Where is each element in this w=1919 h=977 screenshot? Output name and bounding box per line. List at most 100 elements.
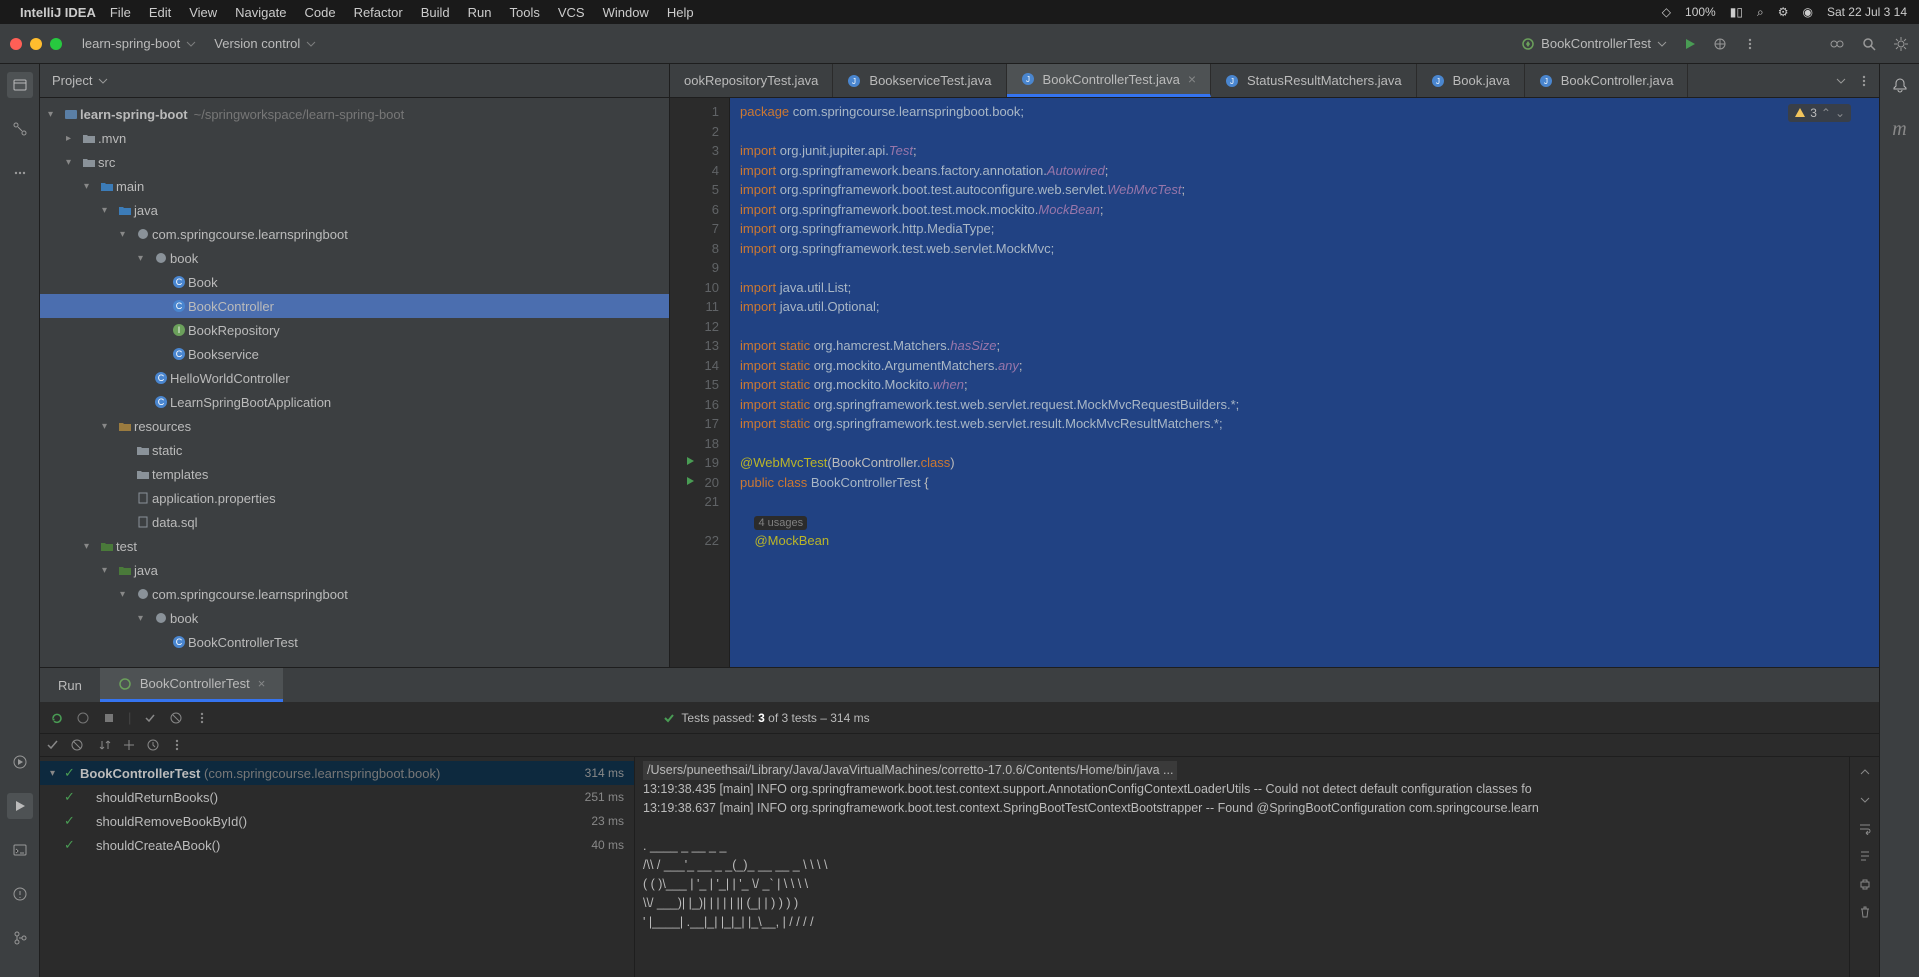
code-editor[interactable]: 12345678910111213141516171819202122 pack… (670, 98, 1879, 667)
tree-row[interactable]: CHelloWorldController (40, 366, 669, 390)
tree-row[interactable]: CBookservice (40, 342, 669, 366)
run-config-selector[interactable]: BookControllerTest (1521, 36, 1667, 51)
tree-row[interactable]: CLearnSpringBootApplication (40, 390, 669, 414)
more-run-options[interactable] (195, 711, 209, 725)
test-row[interactable]: ✓shouldReturnBooks()251 ms (40, 785, 634, 809)
tree-row[interactable]: ▾com.springcourse.learnspringboot (40, 222, 669, 246)
editor-gutter[interactable]: 12345678910111213141516171819202122 (670, 98, 730, 667)
tree-row[interactable]: templates (40, 462, 669, 486)
services-tool-button[interactable] (7, 749, 33, 775)
tree-row[interactable]: ▾test (40, 534, 669, 558)
tree-row[interactable]: CBook (40, 270, 669, 294)
tree-row[interactable]: CBookController (40, 294, 669, 318)
maven-button[interactable]: m (1887, 116, 1913, 142)
soft-wrap-icon[interactable] (1858, 821, 1872, 835)
test-row[interactable]: ✓shouldRemoveBookById()23 ms (40, 809, 634, 833)
macos-menu-item[interactable]: Build (421, 5, 450, 20)
project-tree[interactable]: ▾learn-spring-boot~/springworkspace/lear… (40, 98, 669, 667)
datetime[interactable]: Sat 22 Jul 3 14 (1827, 5, 1907, 19)
scroll-to-end-icon[interactable] (1858, 849, 1872, 863)
run-tab-label[interactable]: Run (40, 668, 100, 702)
project-tool-button[interactable] (7, 72, 33, 98)
run-button[interactable] (1683, 37, 1697, 51)
debug-button[interactable] (1713, 37, 1727, 51)
terminal-tool-button[interactable] (7, 837, 33, 863)
console-output[interactable]: /Users/puneethsai/Library/Java/JavaVirtu… (635, 757, 1849, 977)
print-icon[interactable] (1858, 877, 1872, 891)
close-icon[interactable]: × (258, 676, 266, 691)
tree-row[interactable]: application.properties (40, 486, 669, 510)
tree-row[interactable]: IBookRepository (40, 318, 669, 342)
vcs-crumb[interactable]: Version control (214, 36, 316, 51)
battery-icon[interactable]: ▮▯ (1730, 5, 1743, 19)
filter-toggle[interactable] (70, 738, 84, 752)
history-button[interactable] (146, 738, 160, 752)
editor-tab[interactable]: JBookControllerTest.java× (1007, 64, 1211, 97)
tree-row[interactable]: ▾java (40, 198, 669, 222)
test-row[interactable]: ✓shouldCreateABook()40 ms (40, 833, 634, 857)
app-name[interactable]: IntelliJ IDEA (20, 5, 96, 20)
macos-menu-item[interactable]: Help (667, 5, 694, 20)
menu-icon[interactable]: ◇ (1662, 5, 1671, 19)
window-close-button[interactable] (10, 38, 22, 50)
run-tab-config[interactable]: BookControllerTest × (100, 668, 283, 702)
tree-row[interactable]: data.sql (40, 510, 669, 534)
macos-menu-item[interactable]: File (110, 5, 131, 20)
editor-tab[interactable]: JBookController.java (1525, 64, 1689, 97)
macos-menu-item[interactable]: Edit (149, 5, 171, 20)
notifications-button[interactable] (1887, 72, 1913, 98)
window-minimize-button[interactable] (30, 38, 42, 50)
macos-menu-item[interactable]: Run (468, 5, 492, 20)
tree-row[interactable]: ▾book (40, 246, 669, 270)
expand-button[interactable] (122, 738, 136, 752)
test-row[interactable]: ▾✓BookControllerTest (com.springcourse.l… (40, 761, 634, 785)
toggle-ignored-button[interactable] (169, 711, 183, 725)
macos-menu-item[interactable]: Refactor (354, 5, 403, 20)
scroll-down-icon[interactable] (1858, 793, 1872, 807)
toggle-passed-button[interactable] (143, 711, 157, 725)
spotlight-icon[interactable]: ⌕ (1757, 5, 1764, 20)
macos-menu-item[interactable]: Code (304, 5, 335, 20)
rerun-button[interactable] (50, 711, 64, 725)
more-actions-button[interactable] (1743, 37, 1757, 51)
tree-row[interactable]: static (40, 438, 669, 462)
test-tree[interactable]: ▾✓BookControllerTest (com.springcourse.l… (40, 757, 635, 977)
tabs-more-icon[interactable] (1857, 74, 1871, 88)
more-tool-button[interactable] (7, 160, 33, 186)
scroll-up-icon[interactable] (1858, 765, 1872, 779)
tree-row[interactable]: ▾com.springcourse.learnspringboot (40, 582, 669, 606)
macos-menu-item[interactable]: Tools (509, 5, 539, 20)
tree-row[interactable]: CBookControllerTest (40, 630, 669, 654)
window-maximize-button[interactable] (50, 38, 62, 50)
problems-tool-button[interactable] (7, 881, 33, 907)
stop-button[interactable] (102, 711, 116, 725)
macos-menu-item[interactable]: Navigate (235, 5, 286, 20)
macos-menu-item[interactable]: Window (603, 5, 649, 20)
settings-icon[interactable] (1893, 36, 1909, 52)
close-icon[interactable]: × (1188, 71, 1196, 87)
editor-tab[interactable]: JBook.java (1417, 64, 1525, 97)
macos-menu-item[interactable]: View (189, 5, 217, 20)
check-toggle[interactable] (46, 738, 60, 752)
rerun-failed-button[interactable] (76, 711, 90, 725)
inspection-badge[interactable]: 3 ⌃⌄ (1788, 104, 1851, 122)
tree-row[interactable]: ▾main (40, 174, 669, 198)
sort-button[interactable] (98, 738, 112, 752)
code-with-me-icon[interactable] (1829, 36, 1845, 52)
run-tool-button[interactable] (7, 793, 33, 819)
git-tool-button[interactable] (7, 925, 33, 951)
tree-row[interactable]: ▾java (40, 558, 669, 582)
more-button[interactable] (170, 738, 184, 752)
search-icon[interactable] (1861, 36, 1877, 52)
tree-row[interactable]: ▾resources (40, 414, 669, 438)
user-icon[interactable]: ◉ (1802, 5, 1812, 19)
tree-row[interactable]: ▸.mvn (40, 126, 669, 150)
control-center-icon[interactable]: ⚙ (1778, 5, 1789, 19)
project-crumb[interactable]: learn-spring-boot (82, 36, 196, 51)
tree-row[interactable]: ▾learn-spring-boot~/springworkspace/lear… (40, 102, 669, 126)
structure-tool-button[interactable] (7, 116, 33, 142)
editor-tab[interactable]: JStatusResultMatchers.java (1211, 64, 1417, 97)
chevron-down-icon[interactable] (98, 76, 108, 86)
editor-tab[interactable]: JBookserviceTest.java (833, 64, 1006, 97)
tree-row[interactable]: ▾book (40, 606, 669, 630)
